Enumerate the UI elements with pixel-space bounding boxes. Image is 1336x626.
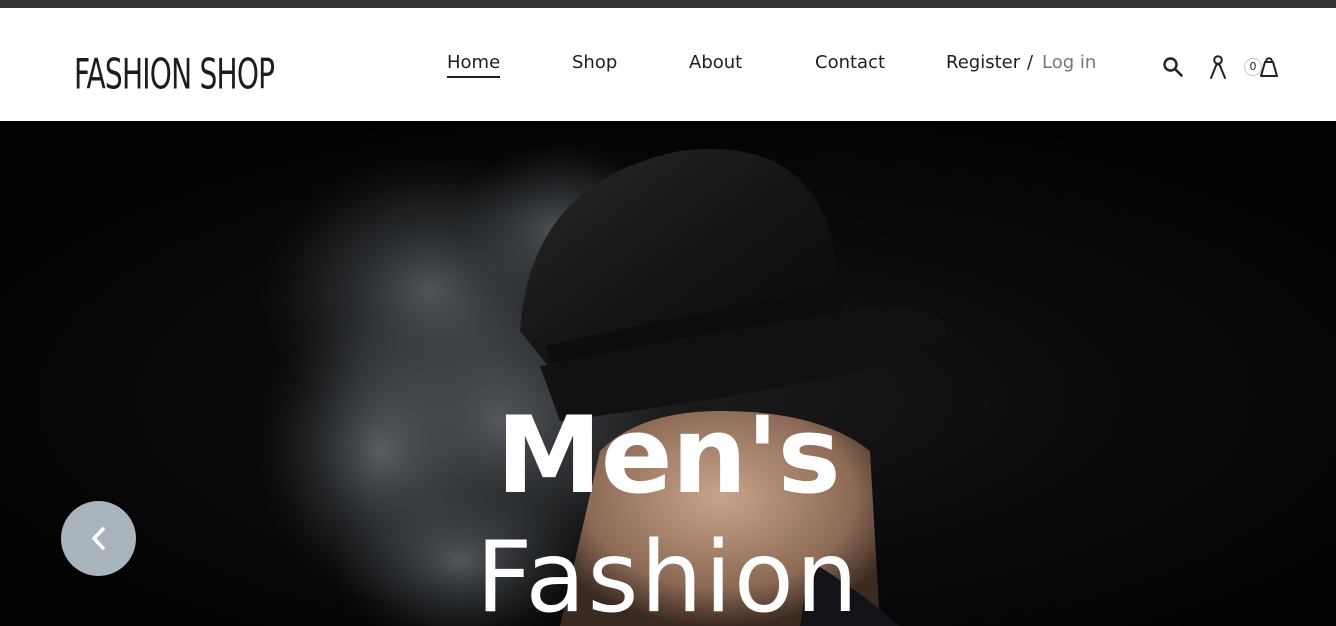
cart-count-badge: 0 (1244, 58, 1262, 76)
search-icon[interactable] (1162, 56, 1184, 78)
nav-about-link[interactable]: About (689, 50, 742, 76)
nav-home-link[interactable]: Home (447, 50, 501, 78)
nav-shop-link[interactable]: Shop (572, 50, 617, 76)
hero-banner: Men's Fashion (0, 121, 1336, 626)
user-icon[interactable] (1208, 54, 1228, 80)
register-link[interactable]: Register (946, 50, 1020, 76)
register-login-separator: / (1027, 52, 1034, 73)
site-header: FASHION SHOP (0, 8, 1336, 121)
carousel-prev-button[interactable] (61, 501, 136, 576)
hero-title-line-1: Men's (496, 394, 840, 517)
hero-title-line-2: Fashion (476, 521, 860, 626)
login-link[interactable]: Log in (1042, 50, 1096, 76)
nav-contact-link[interactable]: Contact (815, 50, 885, 76)
site-logo[interactable]: FASHION SHOP (74, 54, 275, 96)
top-bar (0, 0, 1336, 8)
chevron-left-icon (92, 527, 105, 550)
